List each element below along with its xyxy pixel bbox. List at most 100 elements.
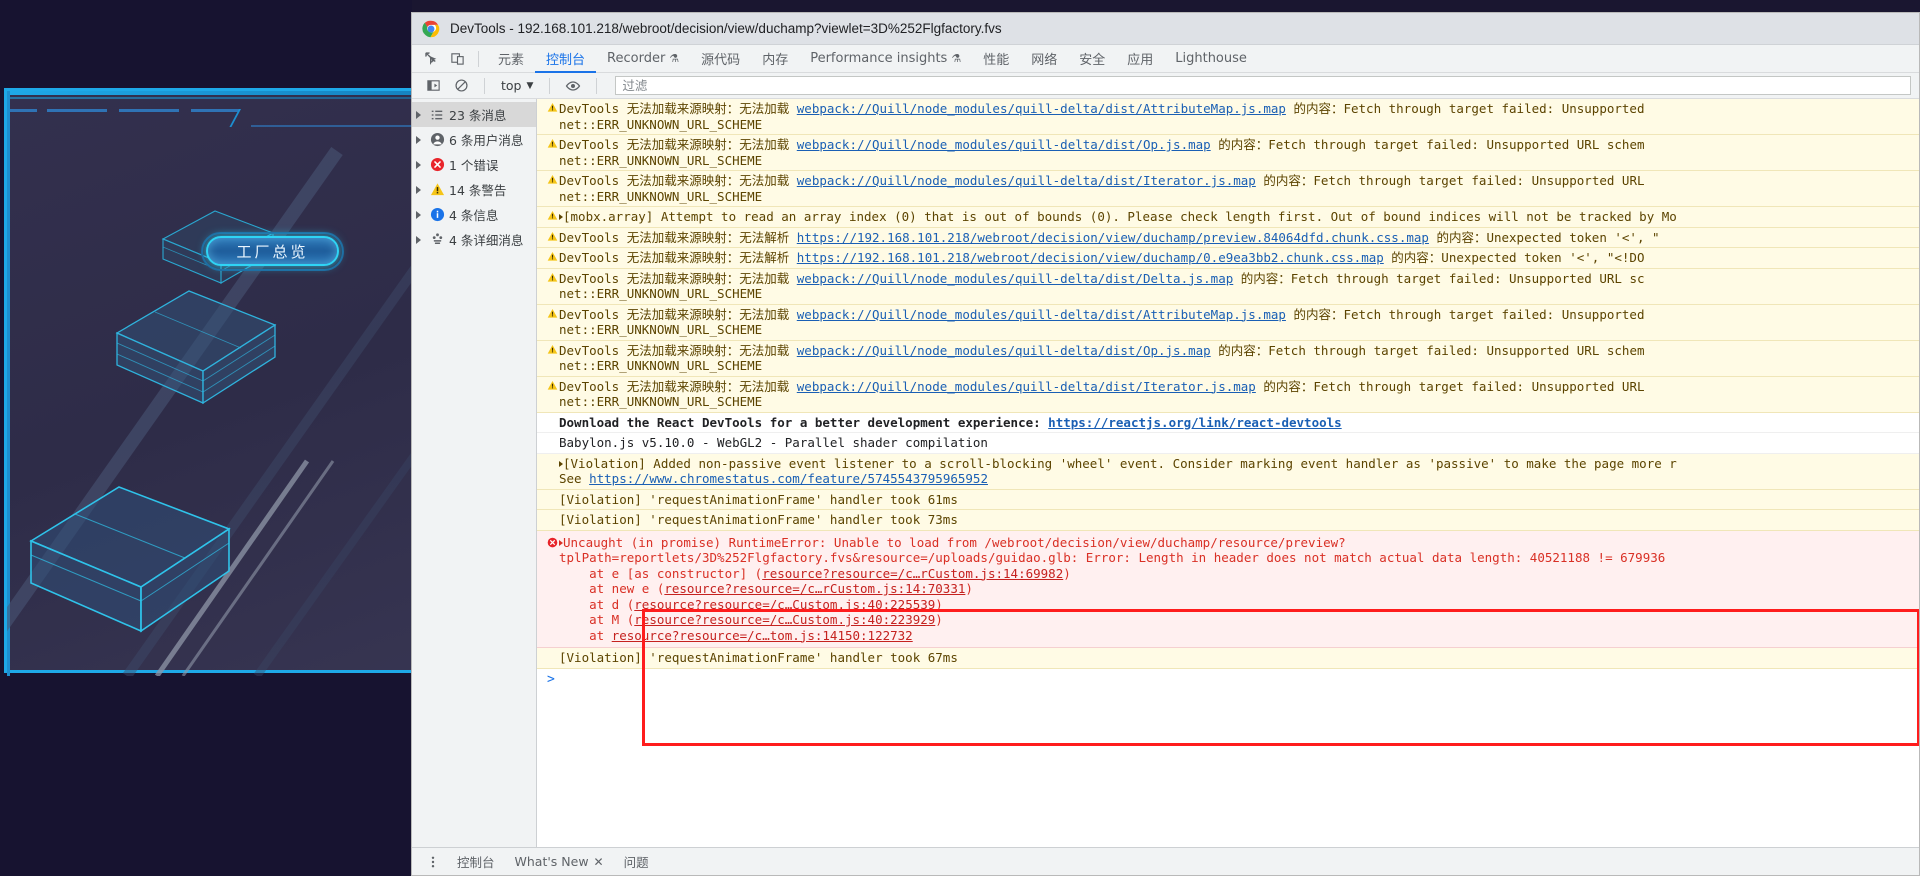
console-row-violation-raf-3[interactable]: [Violation] 'requestAnimationFrame' hand… — [537, 648, 1919, 669]
execution-context-select[interactable]: top ▼ — [495, 76, 539, 96]
chevron-right-icon[interactable] — [416, 185, 421, 194]
react-devtools-link[interactable]: https://reactjs.org/link/react-devtools — [1048, 415, 1342, 430]
console-row-violation-wheel[interactable]: [Violation] Added non-passive event list… — [537, 453, 1919, 490]
chevron-right-icon[interactable] — [416, 210, 421, 219]
source-map-link[interactable]: webpack://Quill/node_modules/quill-delta… — [797, 101, 1286, 116]
console-row-warning[interactable]: DevTools 无法加载来源映射：无法解析 https://192.168.1… — [537, 227, 1919, 248]
viewport-canvas[interactable]: 工厂总览 — [4, 88, 412, 676]
source-map-link[interactable]: webpack://Quill/node_modules/quill-delta… — [797, 271, 1234, 286]
tab-sources[interactable]: 源代码 — [690, 45, 751, 73]
sidebar-item-warnings[interactable]: 14 条警告 — [412, 177, 536, 202]
drawer-tab-console[interactable]: 控制台 — [448, 849, 504, 875]
close-icon[interactable]: ✕ — [594, 855, 604, 869]
source-map-link[interactable]: webpack://Quill/node_modules/quill-delta… — [797, 343, 1211, 358]
console-row-warning[interactable]: DevTools 无法加载来源映射：无法加载 webpack://Quill/n… — [537, 340, 1919, 377]
sidebar-item-user-messages[interactable]: 6 条用户消息 — [412, 127, 536, 152]
sidebar-item-errors[interactable]: 1 个错误 — [412, 152, 536, 177]
console-prompt[interactable]: > — [537, 668, 1919, 691]
source-map-link[interactable]: https://192.168.101.218/webroot/decision… — [797, 250, 1384, 265]
source-map-link[interactable]: webpack://Quill/node_modules/quill-delta… — [797, 173, 1256, 188]
tab-recorder[interactable]: Recorder ⚗ — [596, 45, 690, 73]
stack-frame-link[interactable]: resource?resource=/c…tom.js:14150:122732 — [612, 628, 913, 643]
tab-console[interactable]: 控制台 — [535, 45, 596, 73]
list-icon — [429, 107, 445, 123]
console-row-runtime-error[interactable]: Uncaught (in promise) RuntimeError: Unab… — [537, 530, 1919, 648]
tab-label: Lighthouse — [1175, 51, 1247, 66]
row-text-pre: DevTools 无法加载来源映射：无法加载 — [559, 306, 797, 322]
console-row-warning[interactable]: DevTools 无法加载来源映射：无法加载 webpack://Quill/n… — [537, 376, 1919, 413]
console-sidebar-icon[interactable] — [420, 74, 446, 98]
sidebar-item-label: 4 条详细消息 — [449, 233, 524, 248]
console-log[interactable]: DevTools 无法加载来源映射：无法加载 webpack://Quill/n… — [537, 99, 1919, 847]
source-map-link[interactable]: webpack://Quill/node_modules/quill-delta… — [797, 307, 1286, 322]
source-map-link[interactable]: https://192.168.101.218/webroot/decision… — [797, 230, 1429, 245]
building-block-near[interactable] — [15, 471, 245, 656]
row-text-post: 的内容：Fetch through target failed: Unsuppo… — [1255, 173, 1645, 188]
warning-icon — [545, 101, 559, 113]
console-row-warning[interactable]: DevTools 无法加载来源映射：无法加载 webpack://Quill/n… — [537, 304, 1919, 341]
stack-frame-link[interactable]: resource?resource=/c…rCustom.js:14:70331 — [664, 581, 965, 596]
console-row-message: DevTools 无法加载来源映射：无法加载 webpack://Quill/n… — [559, 343, 1919, 374]
drawer-tab-label: 控制台 — [457, 855, 495, 870]
stack-post: ) — [965, 581, 973, 596]
tab-network[interactable]: 网络 — [1020, 45, 1068, 73]
factory-3d-viewport[interactable]: 工厂总览 — [0, 0, 412, 876]
console-row-warning[interactable]: DevTools 无法加载来源映射：无法解析 https://192.168.1… — [537, 248, 1919, 269]
inspect-element-icon[interactable] — [418, 47, 444, 71]
clear-console-icon[interactable] — [448, 74, 474, 98]
console-row-violation-raf-2[interactable]: [Violation] 'requestAnimationFrame' hand… — [537, 510, 1919, 531]
tab-performance-insights[interactable]: Performance insights ⚗ — [799, 45, 972, 73]
stack-frame-link[interactable]: resource?resource=/c…Custom.js:40:223929 — [634, 612, 935, 627]
console-row-warning[interactable]: DevTools 无法加载来源映射：无法加载 webpack://Quill/n… — [537, 135, 1919, 171]
console-row-warning-mobx[interactable]: [mobx.array] Attempt to read an array in… — [537, 207, 1919, 228]
chromestatus-link[interactable]: https://www.chromestatus.com/feature/574… — [589, 471, 988, 486]
console-filter-input[interactable]: 过滤 — [615, 76, 1911, 95]
chevron-right-icon[interactable] — [416, 110, 421, 119]
drawer-tab-issues[interactable]: 问题 — [615, 849, 658, 875]
devtools-tabstrip[interactable]: 元素 控制台 Recorder ⚗ 源代码 内存 Performance insi… — [412, 45, 1919, 73]
device-toolbar-icon[interactable] — [444, 47, 470, 71]
console-row-warning[interactable]: DevTools 无法加载来源映射：无法加载 webpack://Quill/n… — [537, 268, 1919, 305]
sidebar-item-label: 23 条消息 — [449, 108, 507, 123]
row-gutter — [545, 492, 559, 493]
console-row-message: DevTools 无法加载来源映射：无法解析 https://192.168.1… — [559, 230, 1919, 246]
sidebar-item-verbose[interactable]: 4 条详细消息 — [412, 227, 536, 252]
tab-lighthouse[interactable]: Lighthouse — [1164, 45, 1258, 73]
source-map-link[interactable]: webpack://Quill/node_modules/quill-delta… — [797, 379, 1256, 394]
console-row-warning[interactable]: DevTools 无法加载来源映射：无法加载 webpack://Quill/n… — [537, 171, 1919, 207]
devtools-titlebar[interactable]: DevTools - 192.168.101.218/webroot/decis… — [412, 13, 1919, 45]
console-toolbar[interactable]: top ▼ 过滤 — [412, 73, 1919, 99]
chevron-right-icon[interactable] — [416, 160, 421, 169]
tab-performance[interactable]: 性能 — [972, 45, 1020, 73]
row-text-pre: Download the React DevTools for a better… — [559, 414, 1049, 430]
warning-icon — [545, 209, 559, 221]
sidebar-item-info[interactable]: 4 条信息 — [412, 202, 536, 227]
source-map-link[interactable]: webpack://Quill/node_modules/quill-delta… — [797, 137, 1211, 152]
chevron-right-icon[interactable] — [416, 135, 421, 144]
console-row-message: DevTools 无法加载来源映射：无法加载 webpack://Quill/n… — [559, 101, 1919, 132]
row-text-post: 的内容：Fetch through target failed: Unsuppo… — [1255, 378, 1645, 394]
live-expression-eye-icon[interactable] — [560, 74, 586, 98]
more-options-icon[interactable] — [420, 850, 446, 874]
factory-overview-button[interactable]: 工厂总览 — [206, 236, 339, 266]
stack-frame-link[interactable]: resource?resource=/c…Custom.js:40:225539 — [634, 597, 935, 612]
tab-security[interactable]: 安全 — [1068, 45, 1116, 73]
console-row-babylon[interactable]: Babylon.js v5.10.0 - WebGL2 - Parallel s… — [537, 433, 1919, 454]
warning-icon — [545, 307, 559, 319]
stack-frame-link[interactable]: resource?resource=/c…rCustom.js:14:69982 — [762, 566, 1063, 581]
building-block-mid[interactable] — [103, 279, 288, 419]
sidebar-item-all-messages[interactable]: 23 条消息 — [412, 102, 536, 127]
sidebar-item-label: 1 个错误 — [449, 158, 499, 173]
tab-application[interactable]: 应用 — [1116, 45, 1164, 73]
chevron-right-icon[interactable] — [416, 235, 421, 244]
console-row-react-devtools[interactable]: Download the React DevTools for a better… — [537, 412, 1919, 433]
tab-elements[interactable]: 元素 — [487, 45, 535, 73]
console-row-message: DevTools 无法加载来源映射：无法加载 webpack://Quill/n… — [559, 379, 1919, 410]
tab-memory[interactable]: 内存 — [751, 45, 799, 73]
devtools-drawer[interactable]: 控制台 What's New ✕ 问题 — [412, 847, 1919, 875]
drawer-tab-whats-new[interactable]: What's New ✕ — [506, 849, 613, 875]
console-sidebar[interactable]: 23 条消息 6 条用户消息 1 个错误 14 条警告 4 条信息 4 条详细消… — [412, 99, 537, 847]
console-row-violation-raf-1[interactable]: [Violation] 'requestAnimationFrame' hand… — [537, 489, 1919, 510]
console-row-warning[interactable]: DevTools 无法加载来源映射：无法加载 webpack://Quill/n… — [537, 99, 1919, 135]
devtools-window[interactable]: DevTools - 192.168.101.218/webroot/decis… — [411, 12, 1920, 876]
